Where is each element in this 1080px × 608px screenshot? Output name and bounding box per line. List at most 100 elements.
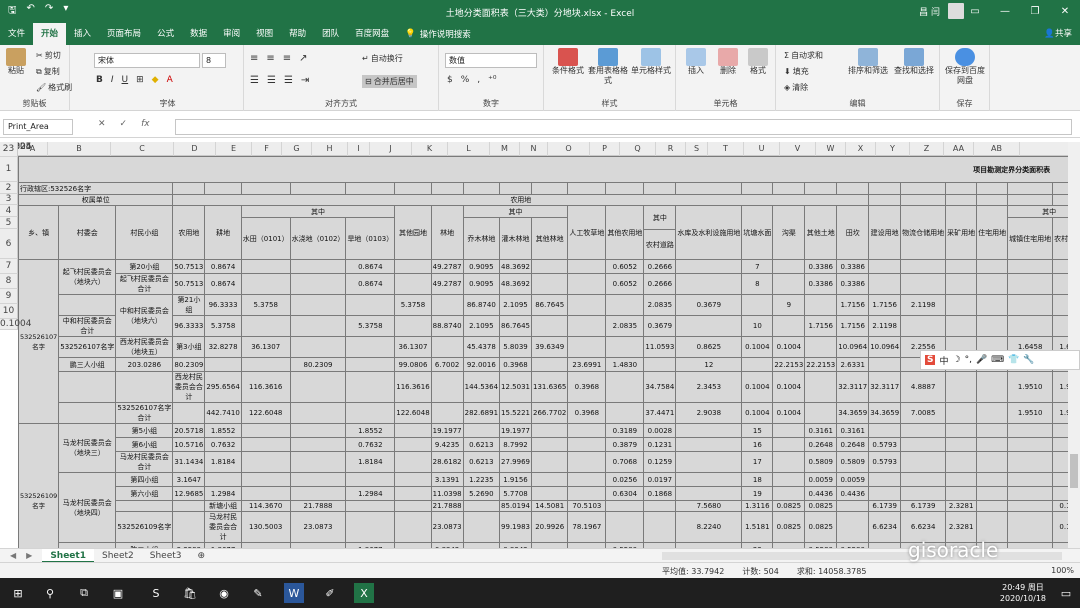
table-cell[interactable]: 12.9685: [172, 486, 206, 501]
table-cell[interactable]: [1007, 511, 1054, 543]
table-cell[interactable]: [1007, 437, 1054, 452]
table-cell[interactable]: 21.7888: [430, 500, 464, 512]
format-button[interactable]: 格式: [744, 48, 772, 76]
table-cell[interactable]: [1052, 259, 1068, 274]
table-cell[interactable]: [1052, 273, 1068, 295]
header-cell[interactable]: 城镇住宅用地: [1007, 217, 1054, 260]
header-cell[interactable]: 农村宅基地: [1052, 217, 1068, 260]
row-header[interactable]: 10: [0, 304, 18, 320]
row-header[interactable]: 1: [0, 156, 18, 182]
table-cell[interactable]: 鹏三人小组: [58, 357, 117, 372]
table-cell[interactable]: 0.6052: [605, 273, 645, 295]
sheet-tab-1[interactable]: Sheet1: [42, 548, 94, 563]
table-cell[interactable]: 0.1868: [643, 486, 677, 501]
table-cell[interactable]: 3.1391: [430, 472, 464, 487]
table-cell[interactable]: [567, 182, 607, 195]
table-cell[interactable]: 532526107名字: [58, 336, 117, 358]
formula-input[interactable]: [175, 119, 1072, 135]
table-cell[interactable]: [289, 486, 347, 501]
header-cell[interactable]: 耕地: [204, 205, 242, 260]
table-cell[interactable]: [976, 486, 1009, 501]
table-cell[interactable]: 45.4378: [462, 336, 501, 358]
table-cell[interactable]: 116.3616: [240, 371, 291, 403]
table-cell[interactable]: [643, 357, 677, 372]
notification-icon[interactable]: ▭: [1056, 583, 1076, 603]
table-cell[interactable]: [289, 315, 347, 337]
tell-me-search[interactable]: 💡 操作说明搜索: [405, 28, 471, 40]
table-cell[interactable]: [289, 182, 347, 195]
table-cell[interactable]: 36.1307: [394, 336, 432, 358]
table-cell[interactable]: 0.7632: [204, 437, 242, 452]
table-cell[interactable]: 0.7068: [605, 451, 645, 473]
table-cell[interactable]: 0.1231: [643, 437, 677, 452]
table-cell[interactable]: 0.8674: [204, 259, 242, 274]
table-cell[interactable]: 19.1977: [499, 423, 532, 438]
table-cell[interactable]: 0.3386: [836, 273, 870, 295]
table-cell[interactable]: [976, 500, 1009, 512]
tools-icon[interactable]: 🔧: [1023, 355, 1034, 365]
delete-button[interactable]: 删除: [714, 48, 742, 76]
table-cell[interactable]: [945, 402, 978, 424]
merge-center-button[interactable]: ⊟ 合并后居中: [362, 75, 417, 88]
table-cell[interactable]: 14.5081: [530, 500, 569, 512]
table-cell[interactable]: 1.7156: [836, 315, 870, 337]
table-cell[interactable]: [804, 336, 838, 358]
table-cell[interactable]: 116.3616: [394, 371, 432, 403]
table-cell[interactable]: [289, 437, 347, 452]
table-cell[interactable]: 5.3758: [345, 315, 396, 337]
enter-icon[interactable]: ✓: [120, 119, 128, 129]
table-cell[interactable]: 0.6052: [605, 259, 645, 274]
table-cell[interactable]: [976, 315, 1009, 337]
table-cell[interactable]: [172, 511, 206, 543]
table-cell[interactable]: [605, 294, 645, 316]
table-cell[interactable]: [1007, 500, 1054, 512]
table-cell[interactable]: [605, 402, 645, 424]
table-cell[interactable]: 3.1647: [172, 472, 206, 487]
table-cell[interactable]: [945, 451, 978, 473]
table-cell[interactable]: 0.8625: [675, 336, 743, 358]
table-cell[interactable]: 48.3692: [499, 259, 532, 274]
row-header[interactable]: 0.1004: [0, 319, 32, 331]
table-cell[interactable]: [772, 259, 806, 274]
table-cell[interactable]: [675, 451, 743, 473]
font-size-select[interactable]: 8: [202, 53, 226, 68]
column-header[interactable]: Q: [620, 142, 656, 156]
table-cell[interactable]: 0.6304: [605, 486, 645, 501]
table-cell[interactable]: 0.5809: [804, 451, 838, 473]
table-cell[interactable]: [240, 451, 291, 473]
header-cell[interactable]: 其他林地: [530, 217, 569, 260]
table-cell[interactable]: [530, 273, 569, 295]
clear-button[interactable]: ◈ 清除: [784, 82, 808, 93]
table-cell[interactable]: [394, 182, 432, 195]
table-cell[interactable]: 203.0286: [115, 357, 174, 372]
row-header[interactable]: 2: [0, 182, 18, 194]
table-cell[interactable]: 2.3453: [675, 371, 743, 403]
table-cell[interactable]: 0.1257: [1052, 511, 1068, 543]
table-cell[interactable]: [945, 423, 978, 438]
table-cell[interactable]: [115, 371, 174, 403]
table-cell[interactable]: [945, 315, 978, 337]
header-cell[interactable]: 其他农用地: [605, 205, 645, 260]
table-cell[interactable]: 0.0059: [804, 472, 838, 487]
table-cell[interactable]: 34.3659: [868, 402, 902, 424]
skin-icon[interactable]: 👕: [1008, 355, 1019, 365]
table-cell[interactable]: 266.7702: [530, 402, 569, 424]
table-cell[interactable]: [945, 273, 978, 295]
table-cell[interactable]: 34.7584: [643, 371, 677, 403]
table-cell[interactable]: [394, 486, 432, 501]
table-cell[interactable]: 2.0835: [643, 294, 677, 316]
table-cell[interactable]: 第20小组: [115, 259, 174, 274]
table-cell[interactable]: 32.3117: [836, 371, 870, 403]
table-cell[interactable]: [240, 437, 291, 452]
table-cell[interactable]: 11.0398: [430, 486, 464, 501]
table-cell[interactable]: [530, 472, 569, 487]
table-cell[interactable]: 0.1259: [643, 451, 677, 473]
comma-icon[interactable]: ,: [477, 75, 480, 85]
table-cell[interactable]: 19.1977: [430, 423, 464, 438]
table-cell[interactable]: [836, 500, 870, 512]
table-cell[interactable]: 2.0835: [605, 315, 645, 337]
table-cell[interactable]: [976, 182, 1009, 195]
table-cell[interactable]: [462, 182, 501, 195]
ribbon-display-icon[interactable]: ▭: [960, 0, 990, 23]
table-cell[interactable]: 中和村民委员会合计: [58, 315, 117, 337]
